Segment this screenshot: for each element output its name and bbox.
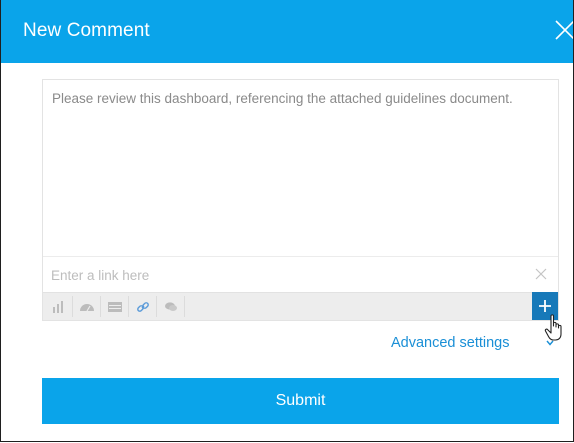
dialog-title: New Comment	[23, 20, 150, 41]
gauge-icon[interactable]	[74, 293, 100, 320]
comment-textarea[interactable]: Please review this dashboard, referencin…	[52, 89, 552, 249]
link-input[interactable]	[51, 265, 521, 285]
submit-button[interactable]: Submit	[42, 378, 559, 424]
dialog-header: New Comment	[1, 0, 574, 63]
toolbar-divider	[184, 296, 185, 317]
link-row	[43, 256, 558, 292]
toolbar-divider	[156, 296, 157, 317]
comment-bubbles-icon[interactable]	[158, 293, 184, 320]
new-comment-dialog: New Comment Please review this dashboard…	[0, 0, 574, 442]
toolbar-divider	[128, 296, 129, 317]
close-icon[interactable]	[533, 266, 549, 282]
bar-chart-icon[interactable]	[46, 293, 72, 320]
close-icon[interactable]	[553, 18, 574, 42]
hand-cursor-icon	[544, 314, 562, 341]
link-icon[interactable]	[130, 293, 156, 320]
toolbar-divider	[100, 296, 101, 317]
attachment-toolbar	[43, 292, 558, 320]
toolbar-divider	[72, 296, 73, 317]
table-icon[interactable]	[102, 293, 128, 320]
advanced-settings-link[interactable]: Advanced settings	[391, 334, 510, 352]
